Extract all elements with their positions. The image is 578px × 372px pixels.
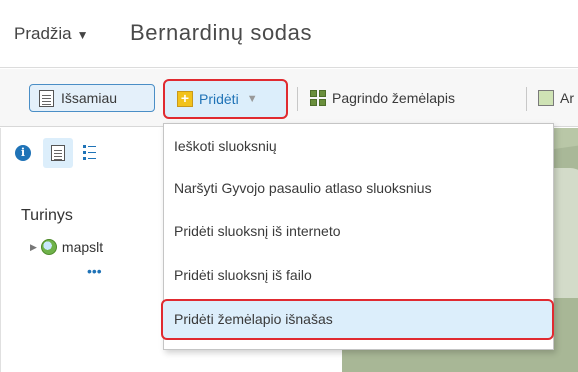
menu-item-add-from-file[interactable]: Pridėti sluoksnį iš failo (174, 267, 312, 283)
content-tab[interactable] (43, 138, 73, 168)
toolbar-divider (526, 87, 527, 111)
content-list-icon (51, 145, 65, 161)
details-label: Išsamiau (61, 90, 118, 106)
add-menu: Ieškoti sluoksnių Naršyti Gyvojo pasauli… (161, 123, 554, 350)
home-menu[interactable]: Pradžia ▼ (14, 24, 89, 44)
home-label: Pradžia (14, 24, 72, 43)
caret-down-icon: ▼ (246, 93, 258, 105)
add-label: Pridėti (199, 91, 239, 107)
analysis-icon (538, 90, 554, 106)
add-button[interactable]: + Pridėti ▼ (163, 79, 288, 119)
add-icon: + (177, 91, 193, 107)
toolbar: Išsamiau + Pridėti ▼ Pagrindo žemėlapis … (0, 69, 578, 127)
menu-item-browse-living-atlas[interactable]: Naršyti Gyvojo pasaulio atlaso sluoksniu… (174, 180, 432, 196)
map-title: Bernardinų sodas (130, 20, 313, 45)
details-button[interactable]: Išsamiau (29, 84, 155, 112)
menu-item-search-layers[interactable]: Ieškoti sluoksnių (174, 138, 277, 154)
legend-icon[interactable] (83, 144, 96, 162)
analysis-button[interactable]: Ar (538, 84, 574, 112)
document-icon (39, 89, 54, 107)
contents-heading: Turinys (21, 207, 73, 224)
menu-item-add-map-notes[interactable]: Pridėti žemėlapio išnašas (161, 299, 554, 340)
analysis-label: Ar (560, 90, 574, 106)
layer-item[interactable]: ▶ mapslt (30, 239, 103, 255)
toolbar-divider (297, 87, 298, 111)
caret-down-icon: ▼ (76, 27, 89, 42)
basemap-label: Pagrindo žemėlapis (332, 90, 455, 106)
basemap-button[interactable]: Pagrindo žemėlapis (310, 84, 455, 112)
basemap-gallery-icon (310, 90, 326, 106)
menu-item-add-from-web[interactable]: Pridėti sluoksnį iš interneto (174, 223, 341, 239)
layer-name: mapslt (61, 239, 104, 255)
expand-arrow-icon[interactable]: ▶ (30, 242, 37, 253)
globe-icon (40, 239, 57, 255)
info-icon[interactable]: i (15, 145, 31, 161)
header-bar: Pradžia ▼ Bernardinų sodas (0, 0, 578, 68)
more-options-icon[interactable]: ••• (87, 264, 102, 278)
